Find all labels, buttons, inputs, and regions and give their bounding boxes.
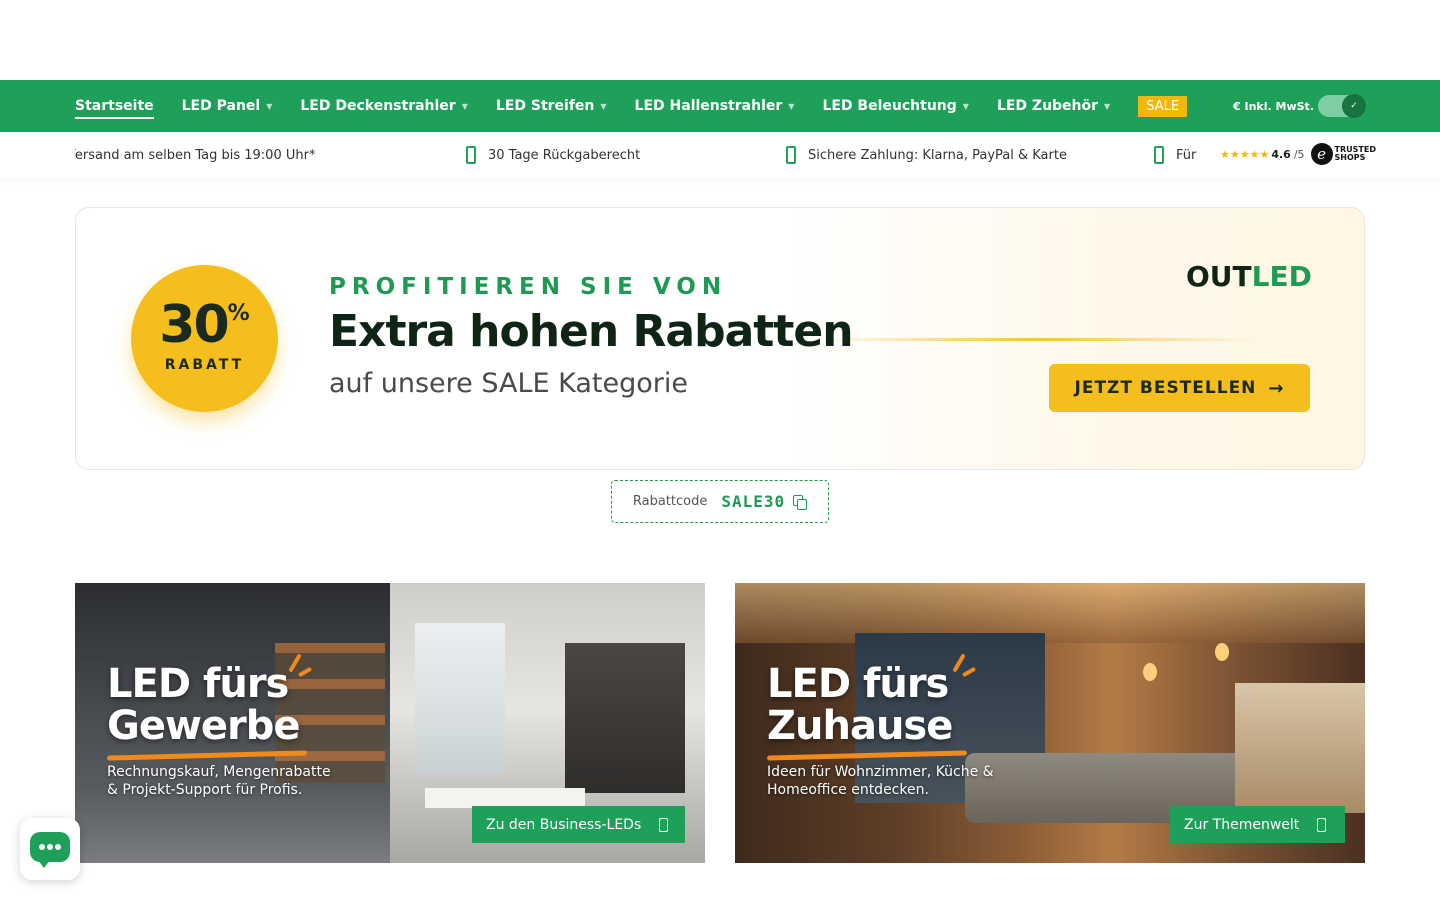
usp-phone-icon — [466, 146, 476, 164]
vat-label: € Inkl. MwSt. — [1233, 99, 1314, 113]
usp-ticker: Versand am selben Tag bis 19:00 Uhr* 30 … — [75, 132, 1200, 178]
chat-dot — [39, 844, 45, 850]
usp-text: Sichere Zahlung: Klarna, PayPal & Karte — [808, 147, 1067, 163]
sale-hero-banner[interactable]: 30% RABATT PROFITIEREN SIE VON Extra hoh… — [75, 207, 1365, 470]
pendant-lamp-decoration — [1143, 663, 1157, 681]
usp-phone-icon — [1154, 146, 1164, 164]
nav-item-led-deckenstrahler[interactable]: LED Deckenstrahler ▼ — [300, 80, 468, 132]
chat-dot — [47, 844, 53, 850]
ceiling-light-decoration — [735, 583, 1365, 643]
tile-desc-line1: Rechnungskauf, Mengenrabatte — [107, 764, 331, 780]
tile-desc-line2: Homeoffice entdecken. — [767, 782, 929, 798]
category-tile-home[interactable]: LED fürs Zuhause Ideen für Wohnzimmer, K… — [735, 583, 1365, 863]
tile-desc-line1: Ideen für Wohnzimmer, Küche & — [767, 764, 994, 780]
chat-widget-button[interactable] — [20, 818, 80, 880]
category-tile-business[interactable]: LED fürs Gewerbe Rechnungskauf, Mengenra… — [75, 583, 705, 863]
nav-item-led-panel[interactable]: LED Panel ▼ — [182, 80, 273, 132]
chevron-down-icon: ▼ — [962, 101, 969, 111]
tile-description: Ideen für Wohnzimmer, Küche & Homeoffice… — [767, 763, 994, 799]
usp-phone-icon — [786, 146, 796, 164]
usp-item-more: Für — [1154, 132, 1196, 178]
discount-number: 30% — [131, 295, 278, 355]
discount-value: 30 — [159, 295, 229, 355]
nav-items: Startseite LED Panel ▼ LED Deckenstrahle… — [75, 80, 1188, 132]
discount-badge: 30% RABATT — [131, 265, 278, 412]
nav-item-led-beleuchtung[interactable]: LED Beleuchtung ▼ — [822, 80, 968, 132]
rating-score: 4.6 — [1271, 147, 1291, 161]
rating-stars-icon: ★★★★★ — [1220, 147, 1270, 161]
nav-item-sale[interactable]: SALE — [1138, 95, 1188, 117]
light-beam-decoration — [816, 338, 1256, 341]
tile-title-line1: LED fürs — [107, 661, 289, 707]
discount-label: RABATT — [164, 357, 245, 373]
tile-button-label: Zu den Business-LEDs — [486, 816, 642, 833]
nav-item-label: LED Deckenstrahler — [300, 98, 456, 114]
nav-item-label: Startseite — [75, 93, 154, 119]
tile-title-line1: LED fürs — [767, 661, 949, 707]
display-wall-decoration — [565, 643, 685, 793]
arrow-right-icon: → — [1268, 377, 1285, 399]
vat-toggle[interactable]: ✓ — [1318, 94, 1366, 118]
usp-text: Versand am selben Tag bis 19:00 Uhr* — [75, 147, 316, 163]
trusted-shops-rating[interactable]: ★★★★★ 4.6 /5 e TRUSTED SHOPS — [1220, 143, 1376, 165]
trusted-shops-mark-icon: e — [1310, 143, 1333, 165]
nav-item-label: LED Beleuchtung — [822, 98, 957, 114]
usp-item-payment: Sichere Zahlung: Klarna, PayPal & Karte — [786, 132, 1067, 178]
usp-text: 30 Tage Rückgaberecht — [488, 147, 641, 163]
main-navigation: Startseite LED Panel ▼ LED Deckenstrahle… — [0, 80, 1440, 132]
trusted-shops-text: TRUSTED SHOPS — [1335, 146, 1376, 162]
header-top-band — [0, 0, 1440, 80]
phone-icon — [1317, 817, 1327, 832]
trusted-shops-logo: e TRUSTED SHOPS — [1310, 143, 1376, 165]
nav-item-label: LED Panel — [181, 98, 261, 114]
theme-world-button[interactable]: Zur Themenwelt — [1170, 806, 1345, 843]
chevron-down-icon: ▼ — [600, 101, 607, 111]
business-leds-button[interactable]: Zu den Business-LEDs — [472, 806, 685, 843]
coupon-code: SALE30 — [721, 492, 786, 511]
hero-kicker: PROFITIEREN SIE VON — [329, 274, 728, 300]
percent-sign: % — [227, 301, 250, 326]
coupon-label: Rabattcode — [632, 494, 708, 509]
usp-text: Für — [1176, 147, 1197, 163]
phone-icon — [659, 817, 669, 832]
brand-part-2: LED — [1251, 260, 1312, 293]
hero-title: Extra hohen Rabatten — [329, 306, 854, 357]
tile-title-line2: Zuhause — [767, 703, 953, 749]
window-decoration — [415, 623, 505, 773]
nav-item-startseite[interactable]: Startseite — [75, 80, 154, 132]
nav-item-led-streifen[interactable]: LED Streifen ▼ — [496, 80, 607, 132]
desk-decoration — [425, 788, 585, 808]
outled-logo: OUTLED — [1186, 260, 1312, 293]
hero-subtitle: auf unsere SALE Kategorie — [329, 368, 688, 399]
nav-item-led-hallenstrahler[interactable]: LED Hallenstrahler ▼ — [635, 80, 795, 132]
chevron-down-icon: ▼ — [266, 101, 273, 111]
usp-item-shipping: Versand am selben Tag bis 19:00 Uhr* — [75, 132, 315, 178]
order-now-button[interactable]: JETZT BESTELLEN → — [1049, 364, 1310, 412]
pendant-lamp-decoration — [1215, 643, 1229, 661]
nav-item-label: LED Hallenstrahler — [634, 98, 783, 114]
chat-dot — [55, 844, 61, 850]
chevron-down-icon: ▼ — [1104, 101, 1111, 111]
brand-part-1: OUT — [1186, 260, 1252, 293]
copy-icon[interactable] — [793, 494, 808, 510]
chat-bubble-icon — [30, 832, 70, 868]
toggle-knob-icon: ✓ — [1342, 94, 1366, 118]
tile-desc-line2: & Projekt-Support für Profis. — [107, 782, 303, 798]
chevron-down-icon: ▼ — [461, 101, 468, 111]
usp-item-returns: 30 Tage Rückgaberecht — [466, 132, 640, 178]
nav-item-label: LED Zubehör — [996, 98, 1099, 114]
nav-item-led-zubehoer[interactable]: LED Zubehör ▼ — [997, 80, 1110, 132]
nav-item-label: LED Streifen — [495, 98, 595, 114]
chevron-down-icon: ▼ — [788, 101, 795, 111]
cta-label: JETZT BESTELLEN — [1074, 378, 1257, 398]
kitchen-decoration — [1235, 683, 1365, 813]
trusted-shops-line2: SHOPS — [1334, 153, 1366, 162]
tile-button-label: Zur Themenwelt — [1184, 816, 1300, 833]
coupon-code-box[interactable]: Rabattcode SALE30 — [611, 480, 829, 523]
tile-description: Rechnungskauf, Mengenrabatte & Projekt-S… — [107, 763, 331, 799]
rating-max: /5 — [1293, 147, 1305, 161]
tile-title-line2: Gewerbe — [107, 703, 301, 749]
